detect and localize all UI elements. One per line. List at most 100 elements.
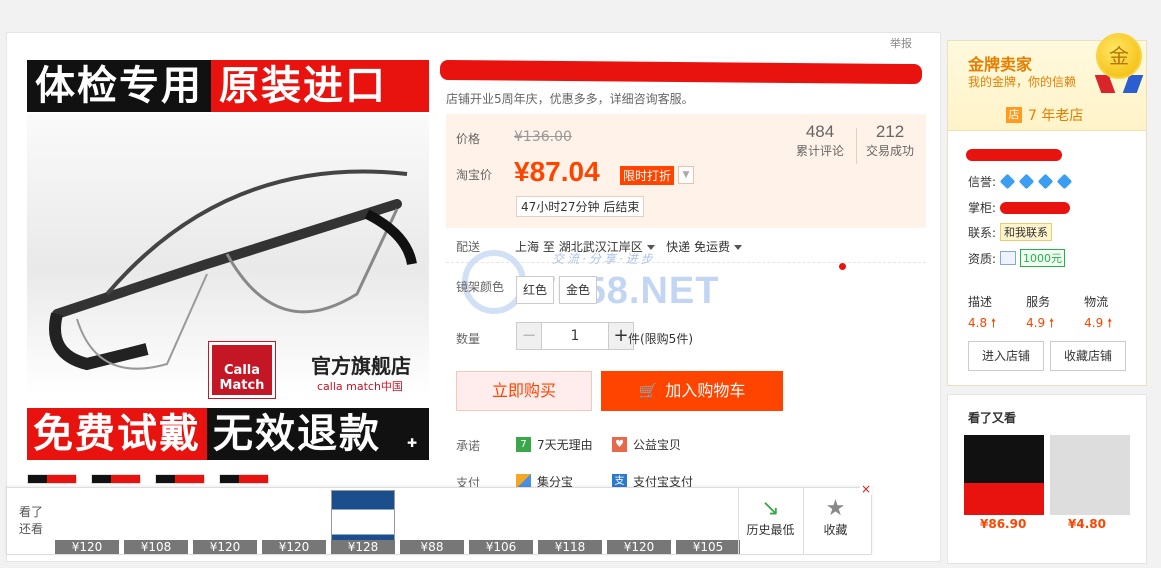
cart-icon: 🛒 [638,382,658,400]
sales-stat[interactable]: 212 交易成功 [866,122,914,159]
id-card-icon[interactable] [1000,251,1017,265]
quantity-input[interactable]: 1 [542,322,608,350]
recent-item[interactable]: ¥118 [538,488,604,554]
rating-value: 4.8 🠕 [968,316,997,330]
recent-item-active[interactable]: ¥128 [331,488,397,554]
recent-item-price: ¥120 [262,540,326,554]
product-title-redacted [439,59,923,85]
recent-item-price: ¥120 [193,540,257,554]
history-low-button[interactable]: ↘ 历史最低 [738,488,802,554]
manager-row: 掌柜: [968,199,1071,216]
manager-label: 掌柜: [968,201,997,215]
also-viewed-image[interactable] [1050,435,1130,515]
thumbnail[interactable] [155,474,205,484]
recent-item[interactable]: ¥120 [262,488,328,554]
diamond-icon [1037,173,1054,190]
seller-name-redacted[interactable] [966,149,1062,161]
thumbnail[interactable] [27,474,77,484]
banner-bottom-right: 无效退款 [207,408,429,460]
thumbnail[interactable] [219,474,269,484]
banner-top-left: 体检专用 [27,60,211,112]
rating-label: 服务 [1026,295,1051,309]
arrow-up-icon: 🠕 [990,316,997,330]
download-arrow-icon: ↘ [761,496,780,521]
diamond-icon [1018,173,1035,190]
also-viewed-image[interactable] [964,435,1044,515]
recent-item[interactable]: ¥106 [469,488,535,554]
seller-header: 金牌卖家 我的金牌，你的信赖 金 店 7 年老店 [948,33,1146,131]
rating-logistics: 物流 4.9 🠕 [1084,293,1112,335]
current-price: ¥87.04 [514,156,600,187]
quantity-stepper: − 1 + [516,322,634,350]
favorite-shop-button[interactable]: 收藏店铺 [1050,341,1126,371]
image-banner-top: 体检专用 原装进口 [27,60,429,112]
promise-7day[interactable]: 7 7天无理由 [516,436,593,453]
diamond-icon [1056,173,1073,190]
credit-label: 信誉: [968,175,997,189]
enter-shop-button[interactable]: 进入店铺 [968,341,1044,371]
review-stat[interactable]: 484 累计评论 [796,122,844,159]
thumbnail[interactable] [91,474,141,484]
delivery-from: 上海 [515,240,540,254]
recent-item[interactable]: ¥120 [607,488,673,554]
recent-item-price: ¥108 [124,540,188,554]
original-price: ¥136.00 [514,129,572,145]
history-low-label: 历史最低 [746,523,795,537]
qualification-row: 资质: 1000元 [968,249,1066,267]
recent-item-price: ¥128 [331,540,395,554]
recent-item[interactable]: ¥105 [676,488,742,554]
recent-item[interactable]: ¥88 [400,488,466,554]
rating-label: 描述 [968,295,993,309]
sales-label: 交易成功 [866,144,915,158]
contact-row: 联系: 和我联系 [968,223,1053,241]
recent-item-price: ¥118 [538,540,602,554]
close-icon[interactable]: × [860,483,872,495]
manager-name-redacted[interactable] [1000,201,1071,214]
zoom-icon[interactable]: ✚ [407,436,421,450]
seller-ratings: 描述 4.8 🠕 服务 4.9 🠕 物流 4.9 🠕 [968,293,1112,335]
also-viewed-price[interactable]: ¥4.80 [1068,517,1106,531]
also-viewed-title: 看了又看 [968,411,1017,425]
review-count: 484 [805,122,835,141]
color-option-gold[interactable]: 金色 [559,276,598,304]
quantity-decrease-button[interactable]: − [516,322,542,350]
promise-charity[interactable]: ♥ 公益宝贝 [612,436,681,453]
shop-age-label: 7 年老店 [1028,108,1084,124]
promo-badge: 限时打折 [620,166,675,185]
rating-service: 服务 4.9 🠕 [1026,293,1054,335]
countdown-timer: 47小时27分钟 后结束 [516,196,645,217]
favorite-button[interactable]: ★ 收藏 [803,488,867,554]
chevron-down-icon[interactable] [733,245,742,250]
recent-item-price: ¥106 [469,540,533,554]
price-panel: 价格 ¥136.00 淘宝价 ¥87.04 限时打折 ▼ 47小时27分钟 后结… [446,114,926,228]
rating-description: 描述 4.8 🠕 [968,293,996,335]
add-to-cart-button[interactable]: 🛒 加入购物车 [601,371,783,411]
recent-item[interactable]: ¥120 [193,488,259,554]
recent-item-price: ¥120 [55,540,119,554]
main-product-image[interactable]: 体检专用 原装进口 Calla Match 官方旗舰店 calla match中… [27,60,429,462]
price-label: 价格 [456,132,481,146]
shop-age: 店 7 年老店 [1006,105,1083,125]
credit-row: 信誉: [968,173,1073,190]
star-icon: ★ [825,496,846,521]
buy-now-button[interactable]: 立即购买 [456,371,592,411]
product-subtitle: 店铺开业5周年庆，优惠多多，详细咨询客服。 [446,92,694,106]
recent-item[interactable]: ¥108 [124,488,190,554]
contact-seller-button[interactable]: 和我联系 [1000,223,1053,241]
recent-item-price: ¥105 [676,540,740,554]
arrow-up-icon: 🠕 [1049,316,1055,330]
promo-dropdown-icon[interactable]: ▼ [678,166,694,184]
report-link[interactable]: 举报 [890,35,912,51]
heart-icon: ♥ [612,437,627,452]
shipping-method[interactable]: 快递 免运费 [666,240,730,254]
also-viewed-price[interactable]: ¥86.90 [980,517,1026,531]
diamond-icon [999,173,1016,190]
brand-logo: Calla Match [209,342,275,398]
seller-tier-sub: 我的金牌，你的信赖 [968,75,1077,89]
gold-medal-icon: 金 [1096,33,1142,79]
color-option-red[interactable]: 红色 [516,276,555,304]
brand-store-subtitle: calla match中国 [317,380,403,393]
shop-icon: 店 [1006,107,1022,123]
deposit-badge[interactable]: 1000元 [1020,249,1066,267]
recent-item[interactable]: ¥120 [55,488,121,554]
